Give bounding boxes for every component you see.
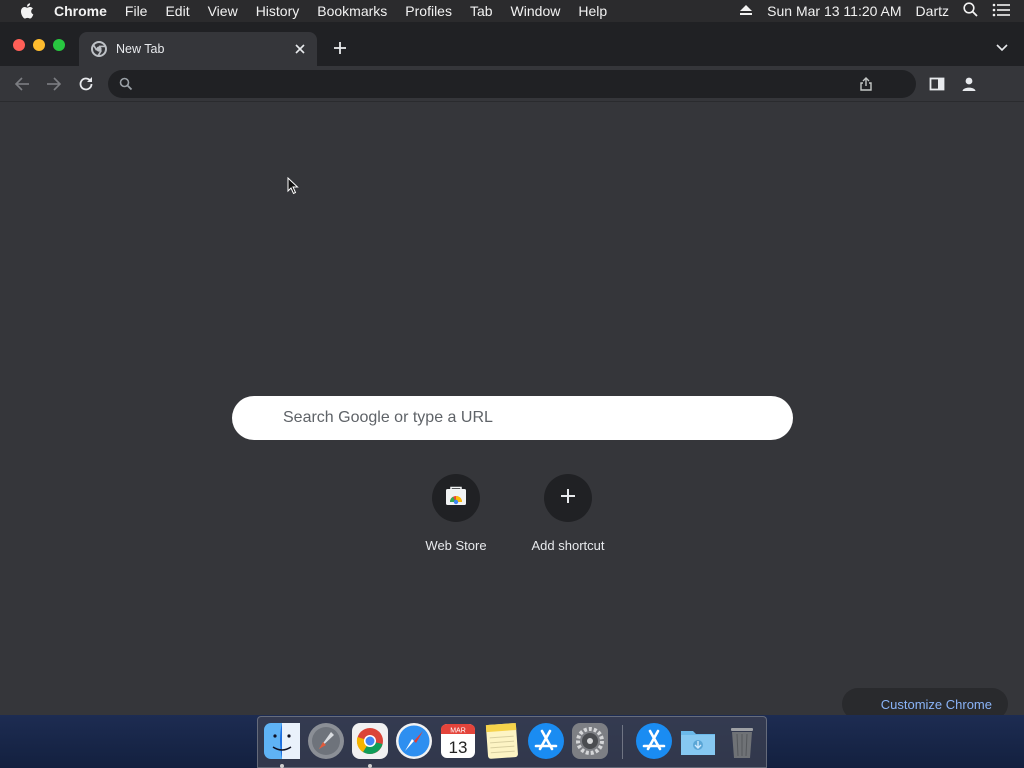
menu-bookmarks[interactable]: Bookmarks: [317, 3, 387, 19]
address-bar[interactable]: [108, 70, 916, 98]
close-window-button[interactable]: [13, 39, 25, 51]
customize-chrome-button[interactable]: Customize Chrome: [842, 688, 1008, 715]
web-store-icon: [445, 486, 467, 511]
menu-bar-user[interactable]: Dartz: [916, 3, 949, 19]
plus-icon: [560, 488, 576, 509]
eject-icon[interactable]: [739, 3, 753, 19]
profile-avatar-icon[interactable]: [959, 74, 979, 94]
safari-icon[interactable]: [395, 722, 433, 760]
ntp-search-box[interactable]: [232, 396, 793, 440]
notes-icon[interactable]: [483, 722, 521, 760]
tab-title: New Tab: [116, 42, 165, 56]
menu-bar-clock[interactable]: Sun Mar 13 11:20 AM: [767, 3, 901, 19]
menu-app-name[interactable]: Chrome: [54, 3, 107, 19]
new-tab-button[interactable]: [330, 38, 350, 58]
finder-icon[interactable]: [263, 722, 301, 760]
shortcut-tile[interactable]: [432, 474, 480, 522]
shortcut-add[interactable]: Add shortcut: [512, 472, 624, 562]
chrome-icon[interactable]: [351, 722, 389, 760]
side-panel-icon[interactable]: [927, 74, 947, 94]
finder-running-dot: [280, 764, 284, 768]
calendar-icon[interactable]: MAR 13: [439, 722, 477, 760]
calendar-day-text: 13: [449, 738, 468, 757]
zoom-window-button[interactable]: [53, 39, 65, 51]
apple-menu-icon[interactable]: [20, 0, 36, 22]
shortcut-label: Add shortcut: [531, 538, 605, 553]
chrome-window: New Tab Search Google or type a URL Web …: [0, 22, 1024, 715]
shortcut-web-store[interactable]: Web Store: [400, 472, 512, 562]
dock-separator: [622, 725, 623, 759]
close-tab-icon[interactable]: [292, 41, 308, 57]
share-icon[interactable]: [858, 76, 874, 92]
menu-bar: Chrome File Edit View History Bookmarks …: [0, 0, 1024, 22]
menu-file[interactable]: File: [125, 3, 148, 19]
tab-search-chevron-icon[interactable]: [994, 40, 1010, 56]
menu-bar-status-area: Sun Mar 13 11:20 AM Dartz: [739, 0, 1024, 22]
menu-window[interactable]: Window: [511, 3, 561, 19]
omnibox-search-icon: [119, 77, 133, 91]
launchpad-icon[interactable]: [307, 722, 345, 760]
shortcut-tile[interactable]: [544, 474, 592, 522]
control-center-list-icon[interactable]: [992, 3, 1010, 20]
downloads-folder-icon[interactable]: [679, 722, 717, 760]
menu-help[interactable]: Help: [578, 3, 607, 19]
browser-toolbar: [0, 66, 1024, 102]
dock: MAR 13: [257, 716, 767, 768]
app-store-downloads-icon[interactable]: [635, 722, 673, 760]
shortcut-label: Web Store: [425, 538, 487, 553]
ntp-search-input[interactable]: [283, 396, 763, 440]
new-tab-page: Web Store Add shortcut Customize Chrome: [0, 102, 1024, 715]
system-preferences-icon[interactable]: [571, 722, 609, 760]
minimize-window-button[interactable]: [33, 39, 45, 51]
menu-edit[interactable]: Edit: [165, 3, 189, 19]
customize-chrome-label: Customize Chrome: [880, 696, 992, 712]
reload-icon[interactable]: [76, 74, 96, 94]
calendar-month-text: MAR: [450, 728, 466, 735]
chrome-favicon-icon: [91, 41, 107, 57]
spotlight-search-icon[interactable]: [963, 2, 978, 20]
address-input[interactable]: [142, 70, 842, 98]
back-arrow-icon[interactable]: [12, 74, 32, 94]
mouse-cursor-icon: [287, 176, 299, 195]
tab-strip: New Tab: [0, 22, 1024, 66]
tab-new-tab[interactable]: New Tab: [79, 32, 317, 66]
app-store-icon[interactable]: [527, 722, 565, 760]
menu-history[interactable]: History: [256, 3, 300, 19]
menu-view[interactable]: View: [208, 3, 238, 19]
menu-tab[interactable]: Tab: [470, 3, 493, 19]
trash-icon[interactable]: [723, 722, 761, 760]
forward-arrow-icon[interactable]: [44, 74, 64, 94]
chrome-running-dot: [368, 764, 372, 768]
menu-profiles[interactable]: Profiles: [405, 3, 452, 19]
